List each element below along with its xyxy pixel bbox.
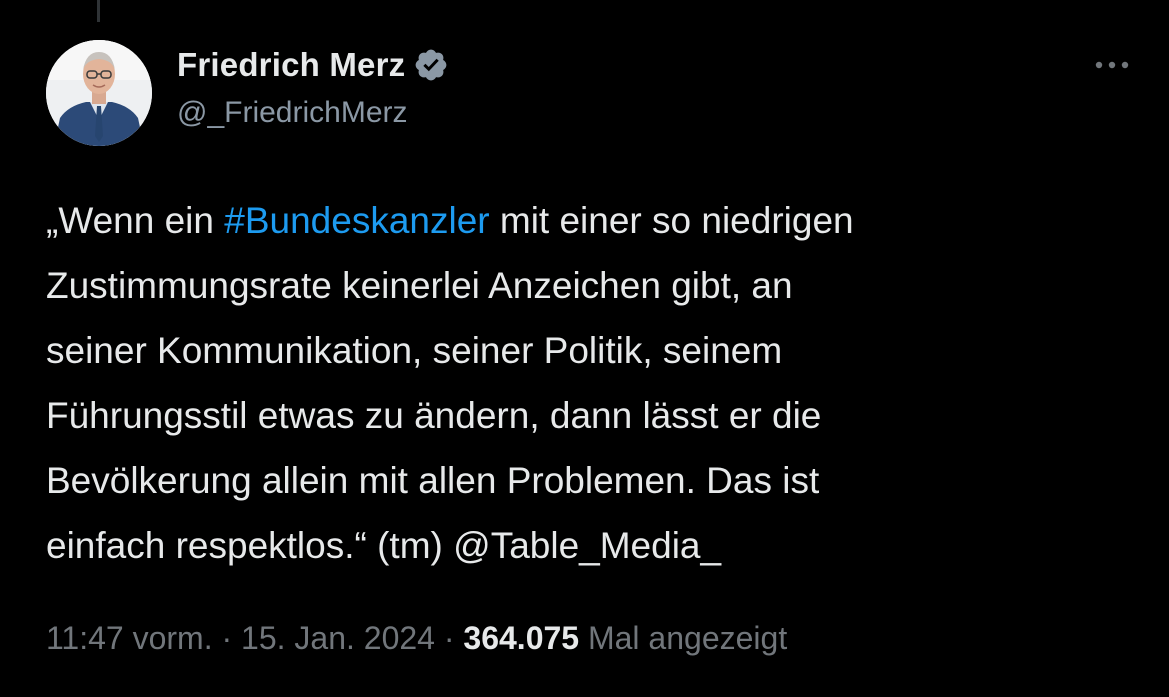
views-count[interactable]: 364.075 bbox=[463, 620, 579, 656]
tweet-text: „Wenn ein #Bundeskanzler mit einer so ni… bbox=[46, 188, 1136, 578]
tweet-meta: 11:47 vorm. · 15. Jan. 2024 · 364.075 Ma… bbox=[46, 620, 787, 657]
author-handle[interactable]: @_FriedrichMerz bbox=[177, 96, 449, 130]
tweet-text-line: „Wenn ein #Bundeskanzler mit einer so ni… bbox=[46, 188, 1136, 253]
meta-separator: · bbox=[221, 620, 233, 656]
avatar[interactable] bbox=[46, 40, 152, 146]
tweet-text-line: Zustimmungsrate keinerlei Anzeichen gibt… bbox=[46, 265, 793, 306]
tweet-text-line: Bevölkerung allein mit allen Problemen. … bbox=[46, 460, 820, 501]
tweet-date[interactable]: 15. Jan. 2024 bbox=[241, 620, 435, 656]
verified-badge-icon[interactable] bbox=[413, 47, 449, 83]
author-info: Friedrich Merz @_FriedrichMerz bbox=[177, 42, 449, 130]
tweet-text-line: seiner Kommunikation, seiner Politik, se… bbox=[46, 330, 783, 371]
thread-connector bbox=[97, 0, 100, 22]
tweet-text-line: Führungsstil etwas zu ändern, dann lässt… bbox=[46, 395, 822, 436]
tweet-time[interactable]: 11:47 vorm. bbox=[46, 620, 213, 656]
tweet-text-line: einfach respektlos.“ (tm) @Table_Media_ bbox=[46, 513, 1136, 578]
author-name-row: Friedrich Merz bbox=[177, 42, 449, 88]
more-options-button[interactable] bbox=[1088, 50, 1136, 80]
hashtag-link[interactable]: #Bundeskanzler bbox=[224, 200, 489, 241]
tweet-header: Friedrich Merz @_FriedrichMerz bbox=[46, 40, 1136, 150]
tweet-text-segment: „Wenn ein bbox=[46, 200, 225, 241]
views-label: Mal angezeigt bbox=[587, 620, 788, 656]
tweet-text-segment: einfach respektlos.“ (tm) bbox=[46, 525, 454, 566]
meta-separator: · bbox=[443, 620, 455, 656]
more-horizontal-icon bbox=[1095, 61, 1129, 69]
author-display-name[interactable]: Friedrich Merz bbox=[177, 46, 405, 84]
tweet-text-segment: mit einer so niedrigen bbox=[489, 200, 854, 241]
avatar-photo bbox=[46, 40, 152, 146]
mention-link[interactable]: @Table_Media_ bbox=[453, 525, 721, 566]
